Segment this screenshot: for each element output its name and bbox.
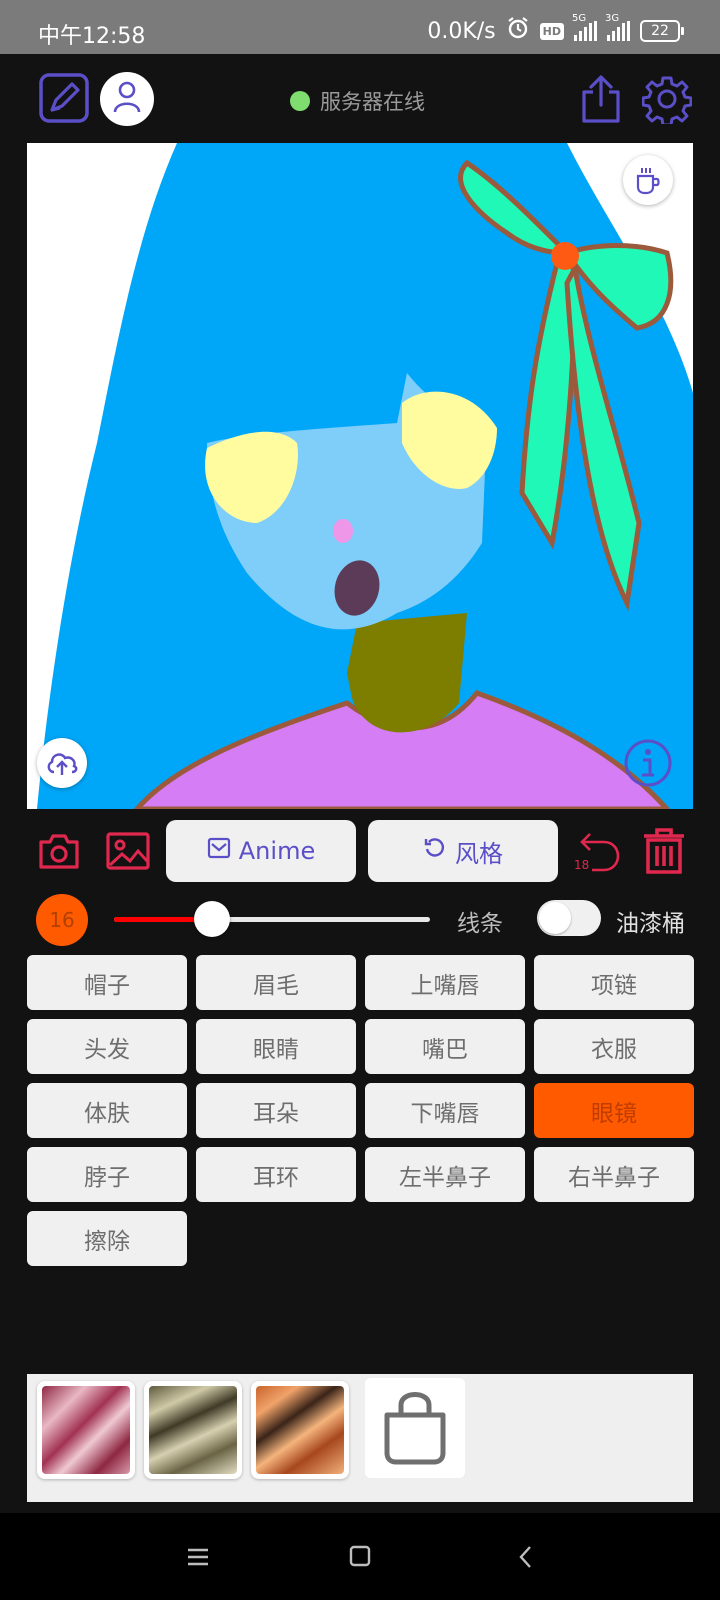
part-button[interactable]: 右半鼻子 xyxy=(534,1147,694,1202)
anime-mode-button[interactable]: Anime xyxy=(166,820,356,882)
menu-icon[interactable] xyxy=(186,1547,210,1571)
part-button[interactable]: 下嘴唇 xyxy=(365,1083,525,1138)
part-button[interactable]: 帽子 xyxy=(27,955,187,1010)
anime-mode-label: Anime xyxy=(238,837,316,865)
part-button[interactable]: 脖子 xyxy=(27,1147,187,1202)
brush-size-badge: 16 xyxy=(36,894,88,946)
status-time: 中午12:58 xyxy=(38,24,146,49)
home-icon[interactable] xyxy=(349,1545,371,1571)
info-icon[interactable] xyxy=(623,738,673,788)
face-parts-grid: 帽子 眉毛 上嘴唇 项链头发 眼睛 嘴巴 衣服体肤 耳朵 下嘴唇 眼镜脖子 耳环 左半鼻子 右半鼻子擦除 xyxy=(27,955,694,1266)
style-thumbnail-pink[interactable] xyxy=(37,1381,135,1479)
server-status-label: 服务器在线 xyxy=(320,90,425,114)
navigation-bar xyxy=(0,1513,720,1600)
alarm-icon xyxy=(506,16,530,46)
part-button[interactable]: 擦除 xyxy=(27,1211,187,1266)
part-button[interactable]: 眼睛 xyxy=(196,1019,356,1074)
network-speed: 0.0K/s xyxy=(427,18,496,44)
style-thumbnail-orange[interactable] xyxy=(251,1381,349,1479)
status-indicators: 0.0K/s HD 5G 3G 22 xyxy=(427,13,684,46)
lines-label: 线条 xyxy=(457,911,503,937)
gallery-icon[interactable] xyxy=(106,832,150,874)
slider-thumb[interactable] xyxy=(193,901,230,937)
part-button[interactable]: 左半鼻子 xyxy=(365,1147,525,1202)
drawing-artwork xyxy=(27,143,693,809)
refresh-icon xyxy=(423,836,447,866)
style-button[interactable]: 风格 xyxy=(368,820,558,882)
user-icon xyxy=(112,81,142,117)
back-icon[interactable] xyxy=(518,1545,532,1573)
signal-5g-icon: 5G xyxy=(572,13,597,41)
paint-bucket-toggle[interactable] xyxy=(537,900,601,936)
undo-count: 18 xyxy=(574,858,590,872)
server-status-dot xyxy=(290,91,310,111)
cloud-upload-icon[interactable] xyxy=(37,738,87,788)
paint-bucket-label: 油漆桶 xyxy=(616,911,685,937)
style-label: 风格 xyxy=(455,839,503,868)
status-bar: 中午12:58 0.0K/s HD 5G 3G 22 xyxy=(0,0,720,54)
part-button[interactable]: 耳朵 xyxy=(196,1083,356,1138)
part-button[interactable]: 眉毛 xyxy=(196,955,356,1010)
style-thumbnail-olive[interactable] xyxy=(144,1381,242,1479)
share-icon[interactable] xyxy=(578,74,624,128)
part-button[interactable]: 嘴巴 xyxy=(365,1019,525,1074)
part-button[interactable]: 上嘴唇 xyxy=(365,955,525,1010)
sketch-pad-icon[interactable] xyxy=(38,72,90,128)
part-button[interactable]: 头发 xyxy=(27,1019,187,1074)
part-button[interactable]: 眼镜 xyxy=(534,1083,694,1138)
server-status: 服务器在线 xyxy=(290,86,425,116)
part-button[interactable]: 项链 xyxy=(534,955,694,1010)
hd-badge: HD xyxy=(539,22,564,40)
part-button[interactable]: 耳环 xyxy=(196,1147,356,1202)
trash-icon[interactable] xyxy=(641,826,687,880)
part-button[interactable]: 体肤 xyxy=(27,1083,187,1138)
shopping-bag-icon xyxy=(379,1387,451,1469)
drawing-canvas[interactable] xyxy=(27,143,693,809)
toggle-knob xyxy=(539,902,571,934)
battery-icon: 22 xyxy=(640,20,684,42)
part-button[interactable]: 衣服 xyxy=(534,1019,694,1074)
shop-button[interactable] xyxy=(365,1378,465,1478)
style-tray xyxy=(27,1374,693,1502)
brush-size-slider[interactable] xyxy=(114,901,430,937)
mail-icon xyxy=(207,837,231,865)
signal-3g-icon: 3G xyxy=(605,13,630,41)
user-button[interactable] xyxy=(100,72,154,126)
coffee-cup-icon[interactable] xyxy=(623,155,673,205)
settings-icon[interactable] xyxy=(641,74,693,128)
camera-icon[interactable] xyxy=(38,832,80,874)
